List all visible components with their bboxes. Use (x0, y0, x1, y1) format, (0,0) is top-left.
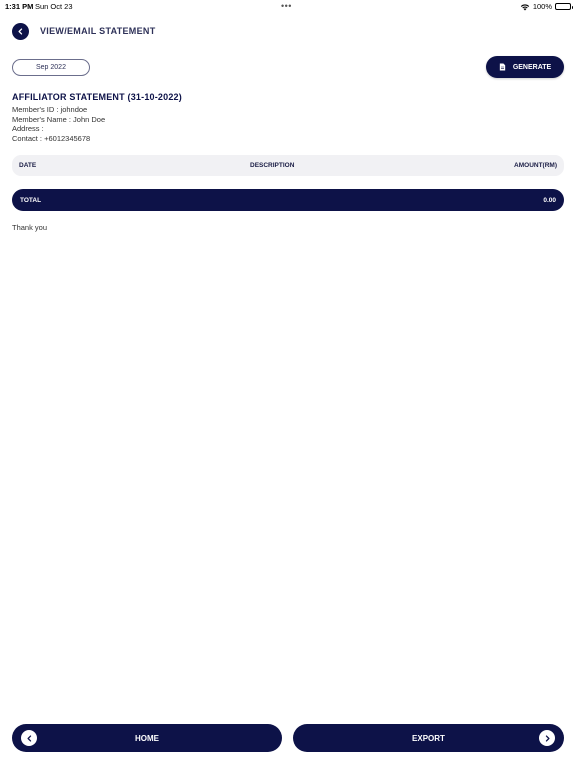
statement-title: AFFILIATOR STATEMENT (31-10-2022) (12, 92, 182, 102)
chevron-right-circle-icon (539, 730, 555, 746)
battery-percent: 100% (532, 2, 552, 11)
wifi-icon (520, 3, 530, 11)
column-header-description: DESCRIPTION (250, 162, 295, 169)
status-right: 100% (520, 2, 573, 11)
table-header: DATE DESCRIPTION AMOUNT(RM) (12, 155, 564, 176)
export-button[interactable]: EXPORT (293, 724, 564, 752)
document-icon (499, 63, 505, 71)
total-label: TOTAL (20, 196, 42, 204)
home-button[interactable]: HOME (12, 724, 282, 752)
generate-button[interactable]: GENERATE (486, 56, 564, 78)
month-picker[interactable]: Sep 2022 (12, 59, 90, 76)
header: VIEW/EMAIL STATEMENT (12, 22, 156, 40)
column-header-date: DATE (19, 162, 37, 169)
member-name: Member's Name : John Doe (12, 114, 106, 124)
export-label: EXPORT (412, 733, 445, 743)
statement-info: AFFILIATOR STATEMENT (31-10-2022) Member… (12, 92, 182, 143)
member-address: Address : (12, 124, 44, 133)
back-button[interactable] (12, 22, 29, 40)
battery-icon (555, 3, 573, 10)
total-value: 0.00 (543, 196, 556, 204)
chevron-left-circle-icon (21, 730, 37, 746)
status-time: 1:31 PM (5, 2, 34, 11)
home-label: HOME (135, 733, 159, 743)
column-header-amount: AMOUNT(RM) (514, 162, 557, 169)
multitasking-dots-icon[interactable]: ••• (281, 1, 292, 11)
total-row: TOTAL 0.00 (12, 189, 564, 211)
status-bar: 1:31 PM Sun Oct 23 ••• 100% (0, 0, 576, 14)
thank-you-note: Thank you (12, 223, 48, 232)
member-id: Member's ID : johndoe (12, 105, 88, 114)
status-date: Sun Oct 23 (35, 2, 73, 11)
member-contact: Contact : +6012345678 (12, 133, 91, 143)
page-title: VIEW/EMAIL STATEMENT (40, 26, 156, 36)
chevron-left-icon (18, 27, 23, 35)
generate-label: GENERATE (512, 63, 552, 71)
